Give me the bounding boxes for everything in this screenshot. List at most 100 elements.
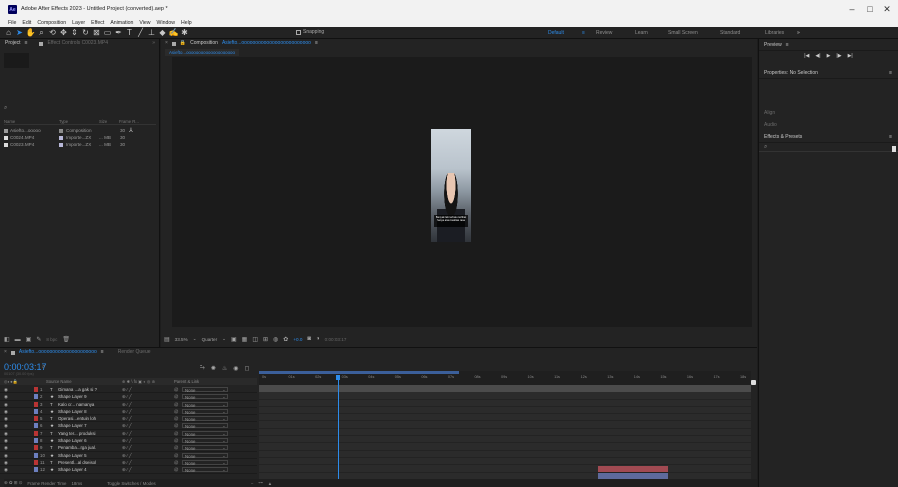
parent-dropdown-icon[interactable]: ⌄ <box>222 402 226 408</box>
parent-dropdown-icon[interactable]: ⌄ <box>222 460 226 466</box>
pickwhip-icon[interactable]: @ <box>174 416 178 421</box>
layer-label-color[interactable] <box>34 416 38 422</box>
parent-dropdown-icon[interactable]: ⌄ <box>222 453 226 459</box>
close-timeline-icon[interactable]: × <box>4 348 7 357</box>
layer-name[interactable]: Shape Layer 8 <box>58 409 87 414</box>
layer-row[interactable]: ◉ 6 ★ Shape Layer 7 ⊕ ∕ ╱ @ None ⌄ <box>0 422 257 430</box>
layer-label-color[interactable] <box>34 387 38 392</box>
layer-switches-icon[interactable]: ⊕ ∕ ╱ <box>122 445 132 451</box>
visibility-eye-icon[interactable]: ◉ <box>4 467 8 473</box>
viewer-current-time[interactable]: 0:00:03:17 <box>325 337 347 342</box>
pickwhip-icon[interactable]: @ <box>174 467 178 472</box>
roto-brush-tool-icon[interactable]: ✍ <box>168 27 179 39</box>
pen-tool-icon[interactable]: ✒ <box>113 27 124 39</box>
pickwhip-icon[interactable]: @ <box>174 438 178 443</box>
layer-label-color[interactable] <box>34 459 38 465</box>
layer-name[interactable]: Yang ter... produksi <box>58 431 96 436</box>
layer-name[interactable]: Shape Layer 5 <box>58 453 87 458</box>
exposure-value[interactable]: +0.0 <box>293 337 302 342</box>
layer-label-color[interactable] <box>34 423 38 429</box>
layer-label-color[interactable] <box>34 394 38 400</box>
layer-name[interactable]: Shape Layer 7 <box>58 423 87 428</box>
visibility-eye-icon[interactable]: ◉ <box>4 438 8 444</box>
project-tab-menu-icon[interactable]: ≡ <box>25 39 28 48</box>
toggle-switches-icon[interactable]: ⊕ ✿ ⊞ ⊙ <box>4 480 22 486</box>
pickwhip-icon[interactable]: @ <box>174 409 178 414</box>
menu-layer[interactable]: Layer <box>72 20 85 26</box>
layer-switches-icon[interactable]: ⊕ ∕ ╱ <box>122 402 132 408</box>
bit-depth-label[interactable]: 8 bpc <box>46 337 57 342</box>
interpret-footage-icon[interactable]: ◧ <box>4 336 10 343</box>
comp-flowchart-icon[interactable]: ⥲ <box>200 365 205 372</box>
layer-row[interactable]: ◉ 3 T Kalo cr... namanya ⊕ ∕ ╱ @ None ⌄ <box>0 401 257 408</box>
play-icon[interactable]: ▶ <box>827 53 831 59</box>
menu-window[interactable]: Window <box>157 20 175 26</box>
visibility-eye-icon[interactable]: ◉ <box>4 409 8 415</box>
flowchart-icon[interactable]: ⅄ <box>129 127 133 134</box>
layer-name[interactable]: Shape Layer 9 <box>58 394 87 399</box>
pickwhip-icon[interactable]: @ <box>174 431 178 436</box>
composition-breadcrumb[interactable]: Asiefto...oooooooooooooooooooo <box>165 49 239 56</box>
show-snapshot-icon[interactable]: ◑ <box>316 336 320 342</box>
layer-row[interactable]: ◉ 5 T Operasi...entuin loh ⊕ ∕ ╱ @ None ⌄ <box>0 415 257 423</box>
layer-label-color[interactable] <box>34 438 38 444</box>
properties-menu-icon[interactable]: ≡ <box>889 67 892 79</box>
audio-label[interactable]: Audio <box>759 119 898 131</box>
layer-row[interactable]: ◉ 12 ★ Shape Layer 4 ⊕ ∕ ╱ @ None ⌄ <box>0 466 257 474</box>
always-preview-icon[interactable]: ▤ <box>164 336 170 343</box>
workspace-learn[interactable]: Learn <box>635 30 648 36</box>
parent-dropdown-icon[interactable]: ⌄ <box>222 416 226 422</box>
parent-dropdown-icon[interactable]: ⌄ <box>222 438 226 444</box>
col-size[interactable]: Size <box>99 119 119 124</box>
layer-row[interactable]: ◉ 11 T Presentl...al dseisol ⊕ ∕ ╱ @ None ⌄ <box>0 459 257 467</box>
zoom-dropdown-icon[interactable]: ⌄ <box>193 336 197 342</box>
draft-3d-icon[interactable]: ✺ <box>211 365 216 372</box>
layer-switches-icon[interactable]: ⊕ ∕ ╱ <box>122 394 132 400</box>
close-tab-icon[interactable]: × <box>165 39 168 48</box>
visibility-eye-icon[interactable]: ◉ <box>4 402 8 408</box>
scrollbar-thumb[interactable] <box>892 146 896 152</box>
parent-dropdown-icon[interactable]: ⌄ <box>222 409 226 415</box>
layer-switches-icon[interactable]: ⊕ ∕ ╱ <box>122 416 132 422</box>
workspace-default[interactable]: Default <box>548 30 564 36</box>
zoom-level[interactable]: 33.5% <box>175 337 188 342</box>
home-icon[interactable]: ⌂ <box>3 27 14 39</box>
col-switches[interactable]: ⊕ ✱ \ fx ▣ ◐ ◎ ⊛ <box>122 379 155 384</box>
workspace-libraries[interactable]: Libraries <box>765 30 784 36</box>
parent-dropdown-icon[interactable]: ⌄ <box>222 394 226 400</box>
visibility-eye-icon[interactable]: ◉ <box>4 423 8 429</box>
clone-stamp-tool-icon[interactable]: ⊥ <box>146 27 157 39</box>
parent-dropdown-icon[interactable]: ⌄ <box>222 445 226 451</box>
align-label[interactable]: Align <box>759 107 898 119</box>
orbit-tool-icon[interactable]: ⟲ <box>47 27 58 39</box>
snapping-toggle[interactable]: Snapping <box>296 29 324 35</box>
channel-icon[interactable]: ◍ <box>273 336 278 343</box>
next-frame-icon[interactable]: |▶ <box>836 53 841 59</box>
composition-tab-label[interactable]: Composition <box>190 39 218 48</box>
visibility-eye-icon[interactable]: ◉ <box>4 445 8 451</box>
workspace-standard[interactable]: Standard <box>720 30 740 36</box>
more-panels-icon[interactable]: » <box>152 39 155 48</box>
time-ruler[interactable]: 0s 01s 02s 03s 04s 05s 06s 07s 08s 09s 10s 11s 12s 13… <box>259 371 751 385</box>
pan-tool-icon[interactable]: ✥ <box>58 27 69 39</box>
mask-visibility-icon[interactable]: ◫ <box>252 336 258 343</box>
project-item[interactable]: Asiefto...ooooo Composition 30 ⅄ <box>4 127 156 134</box>
menu-view[interactable]: View <box>139 20 150 26</box>
toggle-switches-modes[interactable]: Toggle Switches / Modes <box>107 481 156 486</box>
visibility-eye-icon[interactable]: ◉ <box>4 394 8 400</box>
track-area[interactable] <box>259 375 751 480</box>
pickwhip-icon[interactable]: @ <box>174 445 178 450</box>
tab-effect-controls[interactable]: Effect Controls C0023.MP4 <box>47 39 108 48</box>
effects-menu-icon[interactable]: ≡ <box>889 131 892 143</box>
menu-help[interactable]: Help <box>181 20 192 26</box>
menu-animation[interactable]: Animation <box>110 20 133 26</box>
puppet-tool-icon[interactable]: ✱ <box>179 27 190 39</box>
layer-row[interactable]: ◉ 9 T Penamba...rga jual. ⊕ ∕ ╱ @ None ⌄ <box>0 444 257 452</box>
layer-switches-icon[interactable]: ⊕ ∕ ╱ <box>122 431 132 437</box>
pickwhip-icon[interactable]: @ <box>174 394 178 399</box>
layer-row[interactable]: ◉ 7 T Yang ter... produksi ⊕ ∕ ╱ @ None ⌄ <box>0 430 257 438</box>
menu-effect[interactable]: Effect <box>91 20 104 26</box>
properties-label[interactable]: Properties: No Selection <box>764 70 818 76</box>
layer-name[interactable]: Kalo cr... namanya <box>58 402 94 407</box>
pan-behind-tool-icon[interactable]: ⊠ <box>91 27 102 39</box>
